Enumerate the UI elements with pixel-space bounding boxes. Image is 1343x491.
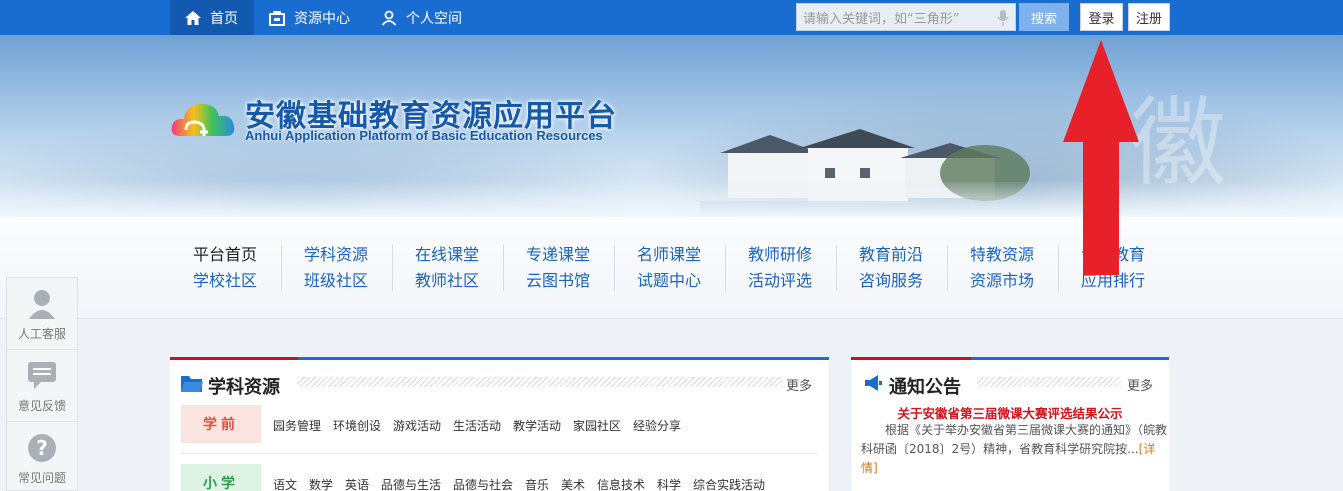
catnav-link[interactable]: 活动评选 bbox=[725, 268, 835, 294]
subject-link[interactable]: 美术 bbox=[561, 476, 585, 491]
subject-link[interactable]: 游戏活动 bbox=[393, 417, 441, 434]
subject-resources-panel: 学科资源 更多 学前 园务管理 环境创设 游戏活动 生活活动 教学活动 家园社区… bbox=[170, 357, 829, 491]
resource-center-icon bbox=[268, 10, 286, 26]
login-button[interactable]: 登录 bbox=[1080, 3, 1123, 31]
nav-resource-center-label: 资源中心 bbox=[294, 10, 350, 27]
catnav-link[interactable]: 教育前沿 bbox=[836, 242, 946, 268]
water-reflection bbox=[0, 182, 1343, 217]
nav-resource-center[interactable]: 资源中心 bbox=[268, 0, 350, 35]
feedback-button[interactable]: 意见反馈 bbox=[7, 350, 77, 422]
notice-body: 根据《关于举办安徽省第三届微课大赛的通知》（皖教科研函〔2018〕2号）精神，省… bbox=[861, 421, 1167, 478]
nav-personal-space[interactable]: 个人空间 bbox=[380, 0, 462, 35]
nav-home[interactable]: 首页 bbox=[170, 0, 254, 35]
subject-link[interactable]: 教学活动 bbox=[513, 417, 561, 434]
customer-service-label: 人工客服 bbox=[17, 327, 66, 341]
catnav-link[interactable]: 试题中心 bbox=[614, 268, 724, 294]
grade-tab-primary[interactable]: 小学 bbox=[181, 464, 261, 491]
subject-link[interactable]: 信息技术 bbox=[597, 476, 645, 491]
subject-link[interactable]: 英语 bbox=[345, 476, 369, 491]
folder-icon bbox=[181, 376, 203, 392]
subject-panel-title: 学科资源 bbox=[208, 377, 280, 398]
catnav-link[interactable]: 咨询服务 bbox=[836, 268, 946, 294]
subject-link[interactable]: 环境创设 bbox=[333, 417, 381, 434]
subject-link[interactable]: 科学 bbox=[657, 476, 681, 491]
panel-top-border bbox=[851, 357, 1169, 360]
catnav-link[interactable]: 班级社区 bbox=[281, 268, 391, 294]
catnav-column: 特教资源 资源市场 bbox=[947, 242, 1057, 294]
faq-label: 常见问题 bbox=[17, 471, 66, 485]
user-icon bbox=[380, 10, 398, 26]
annotation-arrow-icon bbox=[1063, 40, 1139, 275]
catnav-column: 名师课堂 试题中心 bbox=[614, 242, 724, 294]
microphone-icon[interactable] bbox=[997, 9, 1009, 31]
feedback-icon bbox=[28, 362, 56, 389]
question-icon: ? bbox=[28, 434, 56, 462]
subject-link[interactable]: 家园社区 bbox=[573, 417, 621, 434]
nav-home-label: 首页 bbox=[210, 10, 238, 27]
subject-link[interactable]: 综合实践活动 bbox=[693, 476, 765, 491]
notice-headline-link[interactable]: 关于安徽省第三届微课大赛评选结果公示 bbox=[851, 403, 1169, 422]
catnav-link[interactable]: 学校社区 bbox=[170, 268, 280, 294]
subject-more-link[interactable]: 更多 bbox=[786, 375, 812, 394]
home-icon bbox=[184, 10, 202, 26]
divider bbox=[181, 453, 818, 454]
top-navbar: 首页 资源中心 个人空间 请输入关键词，如“三角形” 搜索 登录 注册 bbox=[0, 0, 1343, 35]
faq-button[interactable]: ? 常见问题 bbox=[7, 422, 77, 491]
search-button[interactable]: 搜索 bbox=[1019, 3, 1069, 31]
catnav-link[interactable]: 资源市场 bbox=[947, 268, 1057, 294]
catnav-link[interactable]: 云图书馆 bbox=[503, 268, 613, 294]
catnav-column: 学科资源 班级社区 bbox=[281, 242, 391, 294]
panel-top-border bbox=[170, 357, 829, 360]
decorative-stripe bbox=[298, 377, 782, 387]
notice-body-text: 根据《关于举办安徽省第三届微课大赛的通知》（皖教科研函〔2018〕2号）精神，省… bbox=[861, 423, 1168, 456]
platform-logo bbox=[171, 104, 235, 136]
catnav-column: 教育前沿 咨询服务 bbox=[836, 242, 946, 294]
customer-service-icon bbox=[29, 290, 55, 319]
catnav-link[interactable]: 平台首页 bbox=[170, 242, 280, 268]
subject-link[interactable]: 园务管理 bbox=[273, 417, 321, 434]
catnav-link[interactable]: 专递课堂 bbox=[503, 242, 613, 268]
search-placeholder: 请输入关键词，如“三角形” bbox=[803, 11, 960, 27]
subject-link[interactable]: 音乐 bbox=[525, 476, 549, 491]
catnav-link[interactable]: 教师社区 bbox=[392, 268, 502, 294]
side-help-toolbar: 人工客服 意见反馈 ? 常见问题 bbox=[6, 277, 78, 491]
register-button[interactable]: 注册 bbox=[1128, 3, 1170, 31]
nav-personal-space-label: 个人空间 bbox=[406, 10, 462, 27]
catnav-link[interactable]: 在线课堂 bbox=[392, 242, 502, 268]
notice-more-link[interactable]: 更多 bbox=[1127, 375, 1153, 394]
catnav-link[interactable]: 教师研修 bbox=[725, 242, 835, 268]
subject-link[interactable]: 经验分享 bbox=[633, 417, 681, 434]
catnav-link[interactable]: 特教资源 bbox=[947, 242, 1057, 268]
site-subtitle: Anhui Application Platform of Basic Educ… bbox=[245, 128, 603, 143]
category-nav: 平台首页 学校社区 学科资源 班级社区 在线课堂 教师社区 专递课堂 云图书馆 … bbox=[0, 217, 1343, 319]
grade-tab-preschool[interactable]: 学前 bbox=[181, 405, 261, 443]
catnav-link[interactable]: 名师课堂 bbox=[614, 242, 724, 268]
search-input[interactable]: 请输入关键词，如“三角形” bbox=[796, 3, 1016, 31]
svg-text:?: ? bbox=[36, 436, 48, 460]
catnav-column: 教师研修 活动评选 bbox=[725, 242, 835, 294]
subject-link[interactable]: 语文 bbox=[273, 476, 297, 491]
catnav-column: 平台首页 学校社区 bbox=[170, 242, 280, 294]
catnav-column: 专递课堂 云图书馆 bbox=[503, 242, 613, 294]
megaphone-icon bbox=[865, 375, 882, 391]
notice-panel-title: 通知公告 bbox=[889, 377, 961, 398]
subject-link[interactable]: 数学 bbox=[309, 476, 333, 491]
customer-service-button[interactable]: 人工客服 bbox=[7, 278, 77, 350]
decorative-stripe bbox=[977, 377, 1121, 387]
feedback-label: 意见反馈 bbox=[17, 399, 66, 413]
subject-link[interactable]: 品德与生活 bbox=[381, 476, 441, 491]
catnav-column: 在线课堂 教师社区 bbox=[392, 242, 502, 294]
notice-panel: 通知公告 更多 关于安徽省第三届微课大赛评选结果公示 根据《关于举办安徽省第三届… bbox=[851, 357, 1169, 491]
catnav-link[interactable]: 学科资源 bbox=[281, 242, 391, 268]
subject-link[interactable]: 生活活动 bbox=[453, 417, 501, 434]
subject-link[interactable]: 品德与社会 bbox=[453, 476, 513, 491]
